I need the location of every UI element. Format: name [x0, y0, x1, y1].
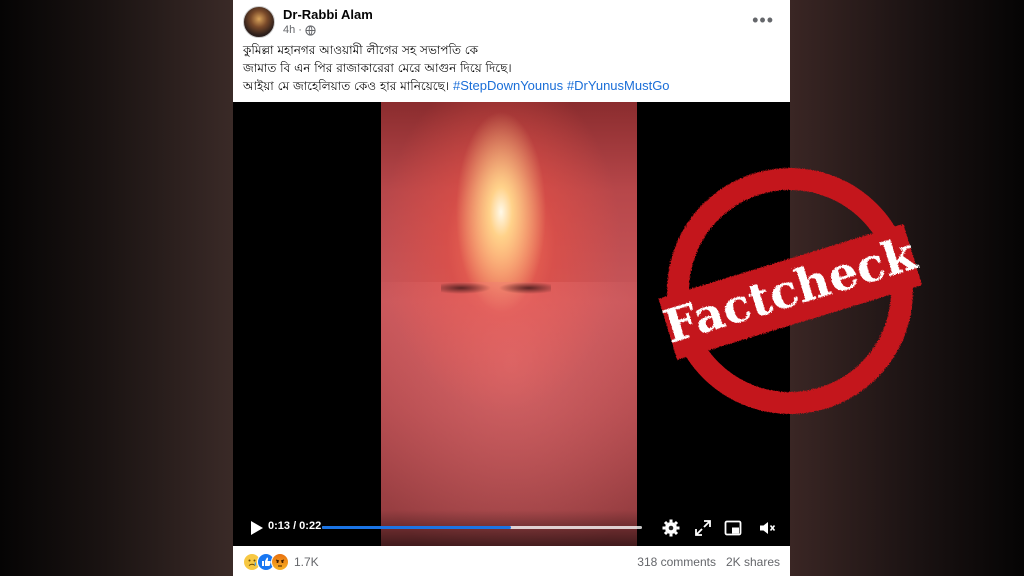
angry-reaction-icon: [271, 553, 289, 571]
hashtag-link[interactable]: #StepDownYounus: [453, 78, 563, 93]
post-text-line: জামাত বি এন পির রাজাকারেরা মেরে আগুন দিয…: [243, 61, 512, 75]
reaction-icons[interactable]: [243, 553, 289, 571]
fullscreen-icon[interactable]: [693, 518, 713, 538]
play-icon[interactable]: [245, 517, 267, 539]
picture-in-picture-icon[interactable]: [723, 518, 743, 538]
avatar[interactable]: [243, 6, 275, 38]
post-stats: 318 comments 2K shares: [637, 555, 780, 569]
factcheck-stamp: Factcheck: [658, 168, 923, 414]
more-horizontal-icon[interactable]: •••: [752, 10, 774, 31]
post-footer: 1.7K 318 comments 2K shares: [233, 546, 790, 576]
post-time[interactable]: 4h: [283, 24, 295, 36]
post-header: Dr-Rabbi Alam 4h · •••: [233, 0, 790, 40]
settings-icon[interactable]: [661, 518, 681, 538]
volume-muted-icon[interactable]: [757, 518, 777, 538]
post-text-line: কুমিল্লা মহানগর আওয়ামী লীগের সহ সভাপতি …: [243, 43, 479, 57]
shares-count[interactable]: 2K shares: [726, 555, 780, 569]
comments-count[interactable]: 318 comments: [637, 555, 716, 569]
video-frame: [381, 102, 637, 546]
author-name[interactable]: Dr-Rabbi Alam: [283, 7, 373, 22]
post-meta: 4h ·: [283, 24, 316, 36]
hashtag-link[interactable]: #DrYunusMustGo: [567, 78, 670, 93]
video-progress-fill: [322, 526, 511, 529]
post-text-line: আইয়া মে জাহেলিয়াত কেও হার মানিয়েছে। #…: [243, 77, 783, 95]
background-left: [0, 0, 233, 576]
post-text: কুমিল্লা মহানগর আওয়ামী লীগের সহ সভাপতি …: [243, 41, 783, 95]
reaction-count[interactable]: 1.7K: [294, 555, 319, 569]
video-progress-bar[interactable]: [322, 526, 642, 529]
video-controls: 0:13 / 0:22: [233, 510, 790, 546]
video-time: 0:13 / 0:22: [268, 520, 322, 532]
post-text-segment: আইয়া মে জাহেলিয়াত কেও হার মানিয়েছে।: [243, 79, 450, 93]
globe-icon: [305, 24, 316, 36]
